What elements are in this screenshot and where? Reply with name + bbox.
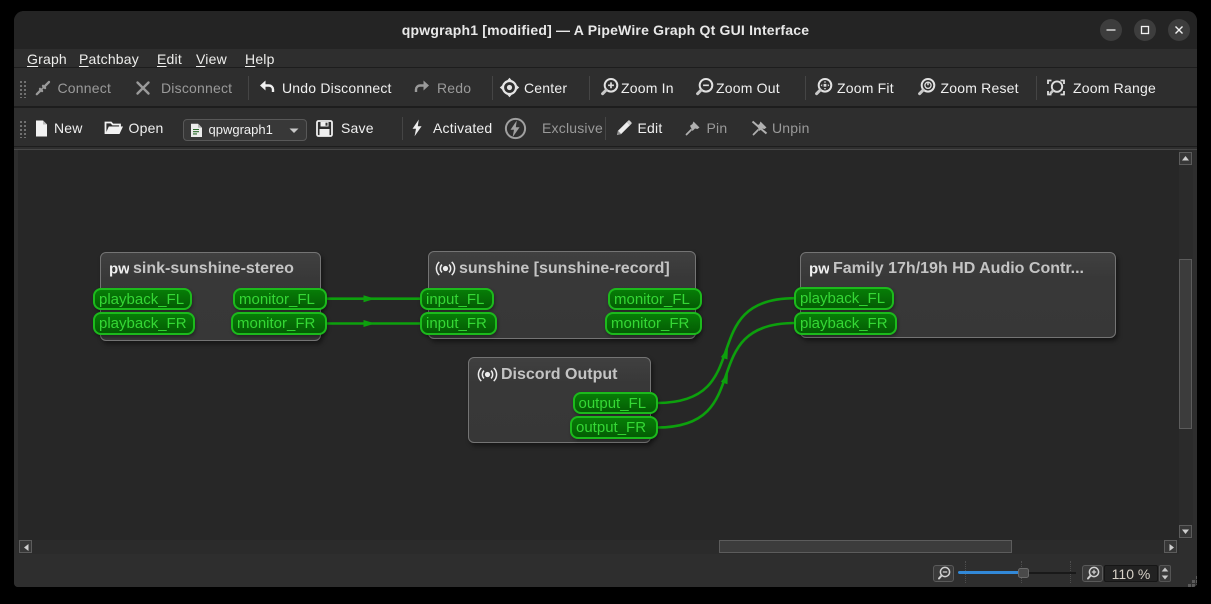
svg-text:pw: pw	[109, 261, 129, 277]
svg-text:pw: pw	[809, 261, 829, 277]
